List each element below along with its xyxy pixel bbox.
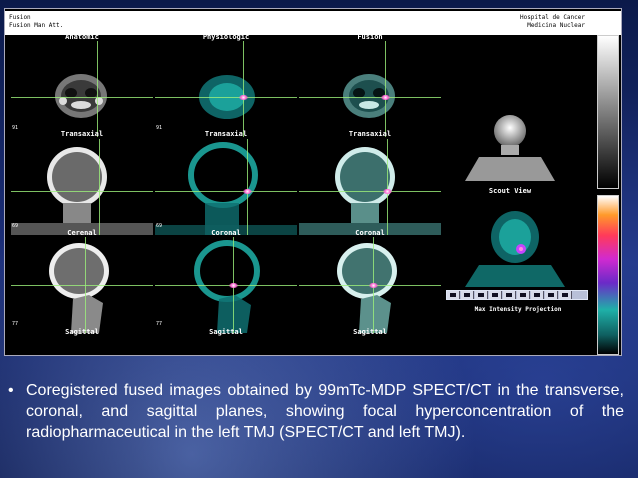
scout-image — [465, 115, 555, 181]
caption-text: Coregistered fused images obtained by 99… — [26, 382, 624, 441]
crosshair-vertical — [99, 139, 100, 235]
crosshair-vertical — [243, 41, 244, 137]
hotspot-marker — [243, 189, 252, 194]
grayscale-colorbar — [597, 35, 619, 189]
scout-view-label: Scout View — [488, 187, 532, 195]
label-sagittal: Sagittal — [353, 328, 387, 336]
label-coronal: Coronal — [211, 229, 241, 237]
stop-button[interactable] — [503, 291, 516, 299]
label-transaxial: Transaxial — [204, 130, 248, 138]
label-transaxial: Transaxial — [348, 130, 392, 138]
header-hospital: Hospital de Cancer — [519, 14, 585, 21]
last-frame-button[interactable] — [545, 291, 558, 299]
header-title: Fusion — [9, 14, 31, 21]
anatomic-coronal-panel[interactable] — [11, 139, 153, 235]
crosshair-horizontal — [299, 191, 441, 192]
playback-controls — [446, 290, 588, 300]
previous-button[interactable] — [489, 291, 502, 299]
spect-axial-image — [199, 75, 255, 119]
anatomic-transaxial-panel[interactable] — [11, 41, 153, 137]
fusion-axial-image — [343, 74, 395, 118]
speed-button[interactable] — [447, 291, 460, 299]
crosshair-vertical — [385, 41, 386, 137]
hotspot-marker — [239, 95, 248, 100]
hotspot-marker — [381, 95, 390, 100]
next-button[interactable] — [531, 291, 544, 299]
scout-view-panel[interactable] — [445, 109, 575, 181]
mip-label: Max Intensity Projection — [474, 306, 562, 313]
spect-coronal-image — [155, 142, 297, 235]
play-button[interactable] — [517, 291, 530, 299]
label-sagittal: Sagittal — [209, 328, 243, 336]
fusion-sagittal-panel[interactable] — [299, 237, 441, 333]
fusion-coronal-panel[interactable] — [299, 139, 441, 235]
first-frame-button[interactable] — [475, 291, 488, 299]
label-coronal: Coronal — [355, 229, 385, 237]
physiologic-transaxial-panel[interactable] — [155, 41, 297, 137]
slice-number-row3: 77 — [156, 321, 163, 327]
crosshair-vertical — [247, 139, 248, 235]
mip-panel[interactable] — [445, 197, 585, 287]
column-title-fusion: Fusion — [357, 33, 383, 41]
spect-colorbar — [597, 195, 619, 355]
hotspot-marker — [229, 283, 238, 288]
medical-viewer: Fusion Fusion Man Att. Hospital de Cance… — [4, 8, 622, 356]
reverse-button[interactable] — [559, 291, 572, 299]
anatomic-sagittal-panel[interactable] — [11, 237, 153, 333]
header-subtitle: Fusion Man Att. — [9, 22, 64, 29]
fusion-transaxial-panel[interactable] — [299, 41, 441, 137]
mip-image — [465, 211, 565, 287]
crosshair-vertical — [85, 237, 86, 333]
crosshair-horizontal — [155, 285, 297, 286]
ct-coronal-image — [11, 147, 153, 235]
crosshair-horizontal — [299, 97, 441, 98]
label-transaxial: Transaxial — [60, 130, 104, 138]
label-coronal-left: Cerenal — [67, 229, 97, 237]
header-department: Medicina Nuclear — [527, 22, 585, 29]
ct-axial-image — [55, 74, 107, 118]
caption-bullet: • — [8, 382, 14, 399]
crosshair-vertical — [97, 41, 98, 137]
crosshair-horizontal — [155, 97, 297, 98]
viewer-header: Fusion Fusion Man Att. Hospital de Cance… — [5, 11, 621, 35]
column-title-physiologic: Physiologic — [202, 33, 250, 41]
hotspot-marker — [383, 189, 392, 194]
label-sagittal: Sagittal — [65, 328, 99, 336]
crosshair-horizontal — [155, 191, 297, 192]
crosshair-horizontal — [11, 97, 153, 98]
column-title-anatomic: Anatomic — [65, 33, 99, 41]
crosshair-vertical — [387, 139, 388, 235]
physiologic-sagittal-panel[interactable] — [155, 237, 297, 333]
rotate-button[interactable] — [461, 291, 474, 299]
fusion-coronal-image — [299, 147, 441, 235]
slice-number-row3: 77 — [12, 321, 19, 327]
crosshair-horizontal — [11, 285, 153, 286]
crosshair-horizontal — [11, 191, 153, 192]
hotspot-marker — [369, 283, 378, 288]
physiologic-coronal-panel[interactable] — [155, 139, 297, 235]
